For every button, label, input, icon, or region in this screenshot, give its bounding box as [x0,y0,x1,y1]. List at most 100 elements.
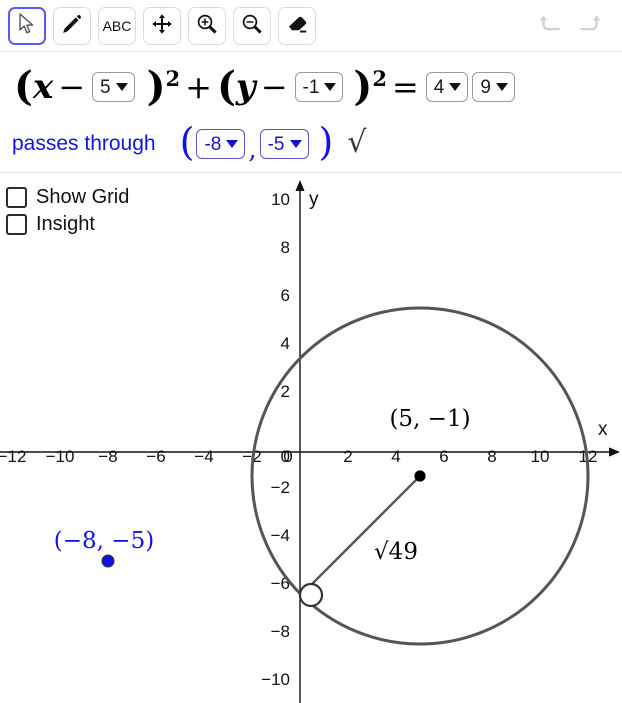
pen-tool-button[interactable] [53,7,91,45]
equals-sign: = [391,68,419,106]
x-tick-labels: −12 −10 −8 −6 −4 −2 0 2 4 6 8 10 12 [0,447,597,466]
option-insight[interactable]: Insight [6,211,129,238]
undo-button[interactable] [532,10,570,42]
chevron-down-icon [324,83,337,91]
y-axis: y [295,180,319,703]
close-paren-2: ) [353,63,373,110]
y-axis-label: y [309,189,319,210]
check-mark-icon: √ [347,124,367,160]
radius-squared-tens-text: 4 [433,76,445,98]
x-tick: −4 [194,447,213,466]
passes-close-paren: ) [318,120,334,164]
x-tick: −12 [0,447,26,466]
y-tick: 10 [271,190,290,209]
passes-y-text: -5 [267,133,285,155]
given-point[interactable] [101,554,115,568]
k-value-dropdown[interactable]: -1 [294,72,344,102]
y-tick: 8 [281,238,290,257]
k-value-text: -1 [302,76,320,98]
x-tick: 2 [343,447,352,466]
y-tick: −4 [271,526,290,545]
x-tick: 8 [487,447,496,466]
minus-sign-1: − [58,68,86,106]
toolbar: ABC [0,0,622,52]
x-axis-arrow [609,447,620,457]
x-tick: −8 [98,447,117,466]
show-grid-label: Show Grid [36,186,130,208]
x-tick: 4 [391,447,400,466]
plus-sign: + [185,68,212,106]
magnifier-plus-icon [196,13,218,40]
open-paren-1: ( [14,63,33,110]
radius-squared-ones-dropdown[interactable]: 9 [472,72,515,102]
y-tick-labels: 10 8 6 4 2 0 −2 −4 −6 −8 −10 [261,190,290,689]
cursor-arrow-icon [17,12,37,40]
x-tick: −6 [146,447,165,466]
variable-y: y [235,67,256,107]
passes-through-row: passes through ( -8 , -5 ) √ [0,120,622,168]
magnifier-minus-icon [241,13,263,40]
x-tick: 6 [439,447,448,466]
passes-open-paren: ( [179,120,195,164]
chevron-down-icon [226,140,239,148]
radius-squared-tens-dropdown[interactable]: 4 [425,72,469,102]
open-paren-2: ( [216,63,236,110]
undo-arrow-icon [537,13,565,40]
passes-x-text: -8 [204,133,222,155]
option-show-grid[interactable]: Show Grid [6,184,129,211]
center-point-label: (5, −1) [389,406,470,432]
text-tool-button[interactable]: ABC [98,7,136,45]
redo-arrow-icon [575,13,603,40]
y-tick: 6 [281,286,290,305]
close-paren-1: ) [146,63,166,110]
insight-checkbox[interactable] [6,214,27,235]
exponent-1: 2 [165,65,181,91]
redo-button[interactable] [570,10,608,42]
y-tick: 2 [281,382,290,401]
passes-comma: , [248,135,257,165]
chevron-down-icon [289,140,302,148]
select-tool-button[interactable] [8,7,46,45]
chevron-down-icon [495,83,508,91]
h-value-text: 5 [100,76,111,98]
radius-label: √49 [374,539,418,565]
y-tick: −8 [271,622,290,641]
radius-segment [299,475,421,597]
graph-canvas[interactable]: y x 10 8 6 4 2 0 −2 −4 −6 −8 −10 −12 −10… [0,174,622,703]
variable-x: x [32,67,54,107]
radius-squared-ones-text: 9 [480,76,491,98]
center-point[interactable] [414,470,426,482]
y-tick: −10 [261,670,290,689]
passes-x-dropdown[interactable]: -8 [196,129,246,159]
x-tick: 0 [283,447,292,466]
passes-through-label: passes through [12,132,156,155]
x-axis: x [0,419,620,457]
x-axis-label: x [598,419,608,440]
zoom-out-tool-button[interactable] [233,7,271,45]
history-group [532,10,608,42]
chevron-down-icon [449,83,462,91]
eraser-icon [286,13,309,40]
options-group: Show Grid Insight [6,184,129,238]
exponent-2: 2 [372,65,387,91]
y-tick: −2 [271,478,290,497]
abc-icon: ABC [102,18,132,34]
passes-y-dropdown[interactable]: -5 [259,129,309,159]
chevron-down-icon [115,83,128,91]
move-tool-button[interactable] [143,7,181,45]
equation-row: ( x − 5 ) 2 + ( y − -1 ) 2 = 4 9 [0,58,622,116]
x-tick: 10 [531,447,550,466]
move-arrows-icon [151,13,173,40]
graph-svg: y x 10 8 6 4 2 0 −2 −4 −6 −8 −10 −12 −10… [0,180,620,703]
x-tick: −10 [46,447,75,466]
eraser-tool-button[interactable] [278,7,316,45]
show-grid-checkbox[interactable] [6,187,27,208]
radius-endpoint-open-point[interactable] [298,582,324,608]
toolbar-divider [0,51,622,52]
zoom-in-tool-button[interactable] [188,7,226,45]
panel-divider [0,172,622,173]
minus-sign-2: − [260,68,288,106]
h-value-dropdown[interactable]: 5 [92,72,135,102]
given-point-label: (−8, −5) [54,528,154,554]
insight-label: Insight [36,213,95,235]
